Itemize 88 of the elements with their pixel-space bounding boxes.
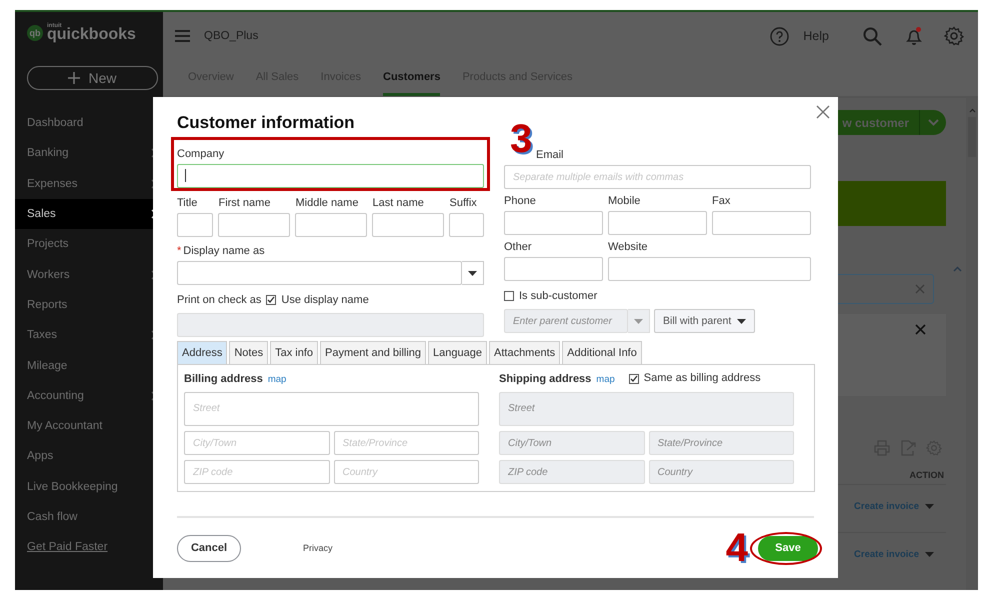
- display-name-field[interactable]: [177, 261, 462, 285]
- dialog-tab[interactable]: Notes: [229, 341, 268, 364]
- dialog-tab[interactable]: Address: [177, 341, 228, 364]
- new-button[interactable]: New: [27, 66, 158, 90]
- zip-field[interactable]: ZIP code: [499, 460, 644, 484]
- field-label: Middle name: [295, 197, 360, 211]
- caret-icon: [925, 552, 934, 557]
- field-label: Company: [177, 148, 226, 162]
- dialog-title: Customer information: [177, 113, 356, 133]
- dialog-tab[interactable]: Tax info: [270, 341, 318, 364]
- logo-badge: qb: [27, 25, 43, 41]
- text-field[interactable]: [608, 257, 811, 281]
- text-field[interactable]: [295, 213, 368, 237]
- field-label: First name: [218, 197, 272, 211]
- step-number: 3: [510, 119, 532, 159]
- field-label: Title: [177, 197, 198, 211]
- highlight-ellipse: [750, 532, 822, 565]
- privacy-link[interactable]: Privacy: [297, 542, 339, 554]
- company-field[interactable]: [177, 164, 484, 188]
- chevron-down-icon[interactable]: [928, 119, 938, 126]
- field-label: Last name: [372, 197, 425, 211]
- zip-field[interactable]: ZIP code: [184, 460, 330, 484]
- plus-icon: [68, 72, 80, 84]
- caret-icon: [634, 318, 643, 324]
- street-field[interactable]: Street: [184, 392, 479, 426]
- checkbox-label: Use display name: [281, 294, 369, 306]
- text-field[interactable]: [218, 213, 290, 237]
- text-field[interactable]: [504, 211, 603, 235]
- state-field[interactable]: State/Province: [648, 431, 794, 455]
- logo-text: quickbooks: [47, 27, 136, 43]
- field-label: Print on check as: [177, 294, 262, 306]
- step-number: 4: [726, 528, 748, 568]
- required-mark: *: [177, 245, 182, 259]
- field-label: Fax: [712, 195, 732, 209]
- country-field[interactable]: Country: [648, 460, 794, 484]
- checkbox[interactable]: [628, 374, 639, 384]
- dialog-tab[interactable]: Payment and billing: [320, 341, 426, 364]
- chevron-up-icon[interactable]: [968, 108, 976, 113]
- text-field[interactable]: [372, 213, 444, 237]
- checkbox-label: Is sub-customer: [519, 290, 598, 302]
- help-link[interactable]: Help: [803, 29, 829, 43]
- chevron-up-icon[interactable]: [953, 266, 962, 272]
- field-label: Mobile: [608, 195, 642, 209]
- map-link[interactable]: map: [596, 374, 615, 385]
- notification-bell-icon[interactable]: [904, 26, 924, 46]
- street-field[interactable]: Street: [499, 392, 794, 426]
- country-field[interactable]: Country: [334, 460, 479, 484]
- section-title: Shipping address: [499, 373, 592, 386]
- caret-icon: [468, 270, 477, 276]
- save-button[interactable]: Save: [758, 536, 818, 560]
- column-header: ACTION: [910, 470, 944, 480]
- text-field[interactable]: [608, 211, 707, 235]
- scrollbar[interactable]: [966, 98, 978, 590]
- field-label: Email: [535, 149, 565, 163]
- state-field[interactable]: State/Province: [334, 431, 479, 455]
- help-icon[interactable]: [770, 26, 790, 46]
- text-field[interactable]: [712, 211, 811, 235]
- parent-customer-field[interactable]: Enter parent customer: [504, 309, 628, 333]
- text-field[interactable]: [504, 257, 603, 281]
- field-label: Display name as: [183, 245, 265, 259]
- city-field[interactable]: City/Town: [499, 431, 644, 455]
- field-label: Suffix: [449, 197, 478, 211]
- dialog-tab[interactable]: Additional Info: [562, 341, 642, 364]
- field-label: Other: [504, 241, 533, 255]
- city-field[interactable]: City/Town: [184, 431, 330, 455]
- dropdown-button[interactable]: [462, 261, 484, 285]
- map-link[interactable]: map: [268, 374, 286, 385]
- checkbox[interactable]: [504, 291, 514, 301]
- text-field[interactable]: [177, 213, 214, 237]
- caret-icon: [737, 318, 746, 324]
- menu-icon[interactable]: [175, 30, 190, 42]
- settings-icon[interactable]: [944, 26, 964, 46]
- dialog-tab[interactable]: Language: [428, 341, 487, 364]
- search-icon[interactable]: [863, 26, 882, 46]
- company-name: QBO_Plus: [204, 30, 258, 42]
- field-label: Website: [608, 241, 649, 255]
- print-name-field[interactable]: [177, 313, 484, 337]
- caret-icon: [925, 504, 934, 509]
- checkbox[interactable]: [266, 295, 276, 305]
- dialog-tab[interactable]: Attachments: [489, 341, 560, 364]
- checkbox-label: Same as billing address: [644, 372, 761, 386]
- email-field[interactable]: Separate multiple emails with commas: [504, 165, 811, 189]
- field-label: Phone: [504, 195, 537, 209]
- section-title: Billing address: [184, 373, 263, 386]
- billing-dropdown[interactable]: Bill with parent: [654, 309, 755, 333]
- text-field[interactable]: [449, 213, 484, 237]
- close-icon[interactable]: [915, 324, 926, 335]
- cancel-button[interactable]: Cancel: [177, 534, 241, 562]
